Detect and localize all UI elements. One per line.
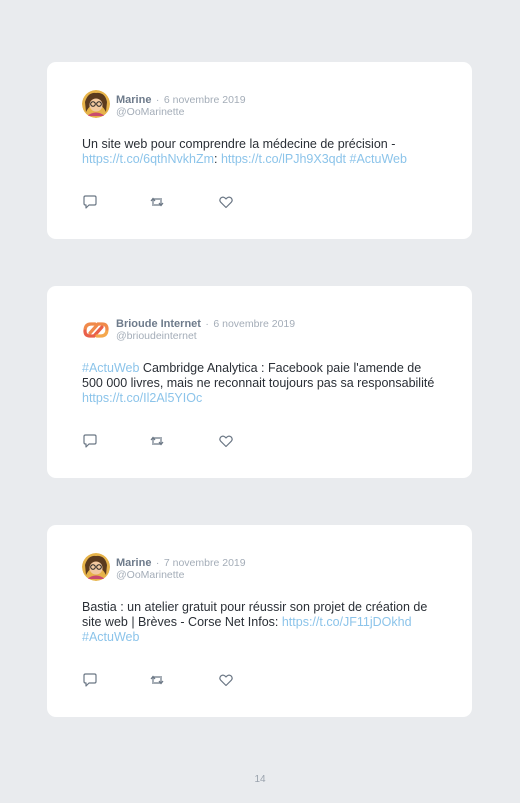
tweet-card: Marine · 6 novembre 2019 @OoMarinette Un…: [47, 62, 472, 239]
tweet-link[interactable]: https://t.co/Il2Al5YIOc: [82, 391, 202, 405]
separator: ·: [155, 557, 160, 569]
reply-icon[interactable]: [82, 672, 98, 688]
tweet-meta: Marine · 6 novembre 2019 @OoMarinette: [116, 93, 246, 118]
like-icon[interactable]: [218, 194, 234, 210]
tweet-text: #ActuWeb Cambridge Analytica : Facebook …: [82, 361, 442, 406]
tweet-link[interactable]: https://t.co/lPJh9X3qdt: [221, 152, 346, 166]
tweet-actions: [82, 433, 282, 449]
like-icon[interactable]: [218, 672, 234, 688]
tweet-link[interactable]: https://t.co/JF11jDOkhd: [282, 615, 412, 629]
tweet-link[interactable]: https://t.co/6qthNvkhZm: [82, 152, 214, 166]
separator: ·: [205, 318, 209, 330]
tweet-actions: [82, 194, 282, 210]
brioude-logo[interactable]: [82, 314, 110, 342]
hashtag-link[interactable]: #ActuWeb: [350, 152, 407, 166]
author-handle[interactable]: @OoMarinette: [116, 569, 246, 581]
tweet-meta: Brioude Internet · 6 novembre 2019 @brio…: [116, 317, 295, 342]
reply-icon[interactable]: [82, 194, 98, 210]
author-handle[interactable]: @OoMarinette: [116, 106, 246, 118]
author-name[interactable]: Marine: [116, 94, 151, 106]
retweet-icon[interactable]: [149, 194, 165, 210]
avatar[interactable]: [82, 553, 110, 581]
hashtag-link[interactable]: #ActuWeb: [82, 630, 139, 644]
tweet-meta: Marine · 7 novembre 2019 @OoMarinette: [116, 556, 246, 581]
tweet-text: Un site web pour comprendre la médecine …: [82, 137, 442, 167]
author-handle[interactable]: @brioudeinternet: [116, 330, 295, 342]
author-name[interactable]: Brioude Internet: [116, 318, 201, 330]
text-segment: Un site web pour comprendre la médecine …: [82, 137, 396, 151]
tweet-header: Marine · 6 novembre 2019 @OoMarinette: [82, 90, 442, 120]
tweet-header: Marine · 7 novembre 2019 @OoMarinette: [82, 553, 442, 583]
tweet-card: Brioude Internet · 6 novembre 2019 @brio…: [47, 286, 472, 478]
tweet-text: Bastia : un atelier gratuit pour réussir…: [82, 600, 442, 645]
retweet-icon[interactable]: [149, 433, 165, 449]
retweet-icon[interactable]: [149, 672, 165, 688]
separator: ·: [155, 94, 160, 106]
tweet-date[interactable]: 6 novembre 2019: [164, 94, 246, 106]
tweet-date[interactable]: 7 novembre 2019: [164, 557, 246, 569]
hashtag-link[interactable]: #ActuWeb: [82, 361, 139, 375]
tweet-actions: [82, 672, 282, 688]
like-icon[interactable]: [218, 433, 234, 449]
reply-icon[interactable]: [82, 433, 98, 449]
author-name[interactable]: Marine: [116, 557, 151, 569]
tweet-card: Marine · 7 novembre 2019 @OoMarinette Ba…: [47, 525, 472, 717]
text-segment: :: [214, 152, 221, 166]
page-number: 14: [254, 774, 266, 785]
tweet-date[interactable]: 6 novembre 2019: [213, 318, 295, 330]
tweet-header: Brioude Internet · 6 novembre 2019 @brio…: [82, 314, 442, 344]
avatar[interactable]: [82, 90, 110, 118]
